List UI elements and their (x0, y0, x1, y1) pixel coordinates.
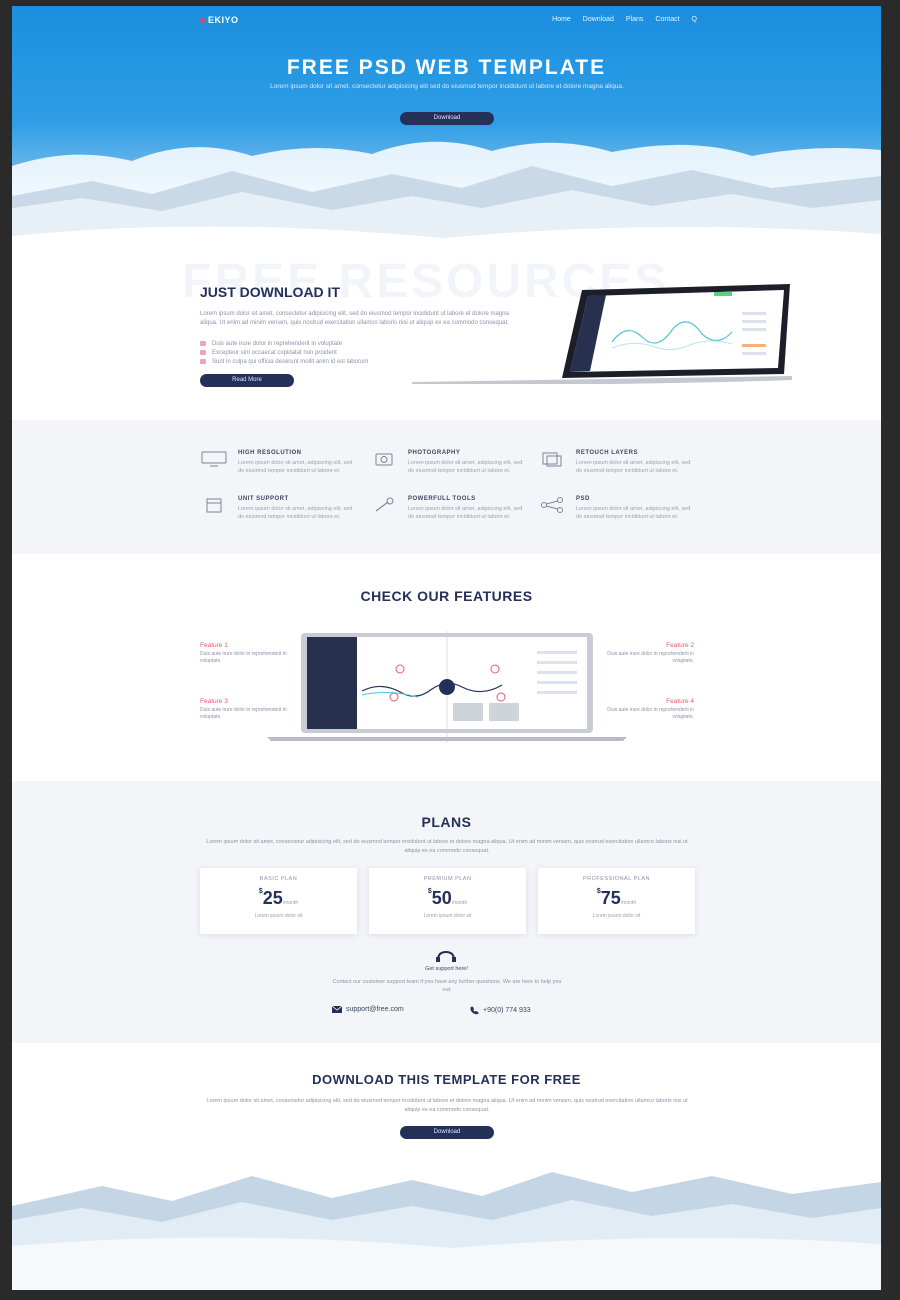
list-item: Duis aute irure dolor in reprehenderit i… (200, 339, 368, 348)
feature-item-high-resolution: HIGH RESOLUTION Lorem ipsum dolor sit am… (200, 450, 360, 490)
read-more-button[interactable]: Read More (200, 374, 294, 387)
feature-title: PSD (576, 496, 590, 502)
final-download-button[interactable]: Download (400, 1126, 494, 1139)
support-phone[interactable]: +90(0) 774 933 (470, 1006, 531, 1015)
list-item: Sunt in culpa qui officia deserunt molli… (200, 357, 368, 366)
plan-name: PROFESSIONAL PLAN (583, 876, 650, 882)
landing-page: EKIYO Home Download Plans Contact Q FREE… (12, 6, 881, 1290)
nav-links: Home Download Plans Contact Q (552, 16, 697, 23)
email-text: support@free.com (346, 1006, 404, 1013)
plan-feature: Lorem ipsum dolor sit (592, 913, 641, 919)
nav-link-download[interactable]: Download (583, 16, 614, 23)
feature-title: HIGH RESOLUTION (238, 450, 302, 456)
bullet-icon (200, 350, 206, 355)
list-item-text: Duis aute irure dolor in reprehenderit i… (212, 340, 343, 347)
nav-link-home[interactable]: Home (552, 16, 571, 23)
hero-subtitle: Lorem ipsum dolor sit amet, consectetur … (270, 83, 624, 90)
price-period: /month (451, 900, 468, 906)
plan-name: PREMIUM PLAN (423, 876, 472, 882)
plans-text: Lorem ipsum dolor sit amet, consectetur … (206, 839, 688, 854)
top-nav: EKIYO Home Download Plans Contact Q (12, 12, 881, 32)
hero-section: EKIYO Home Download Plans Contact Q FREE… (12, 6, 881, 296)
price-value: 25 (262, 888, 283, 908)
list-item: Excepteur sint occaecat cupidatat non pr… (200, 348, 368, 357)
plan-price: $75/month (538, 888, 695, 909)
download-list: Duis aute irure dolor in reprehenderit i… (200, 339, 368, 366)
download-title: JUST DOWNLOAD IT (200, 284, 340, 300)
price-period: /month (282, 900, 299, 906)
feature-title: UNIT SUPPORT (238, 496, 289, 502)
plan-card-basic[interactable]: BASIC PLAN $25/month Lorem ipsum dolor s… (200, 868, 357, 934)
wrench-icon (375, 497, 394, 512)
plan-card-premium[interactable]: PREMIUM PLAN $50/month Lorem ipsum dolor… (369, 868, 526, 934)
feature-item-photography: PHOTOGRAPHY Lorem ipsum dolor sit amet, … (370, 450, 530, 490)
feature-title: POWERFULL TOOLS (408, 496, 476, 502)
support-headset-icon (436, 950, 456, 962)
share-icon (541, 497, 563, 513)
check-features-title: CHECK OUR FEATURES (360, 588, 533, 604)
support-text: Contact our customer support team if you… (332, 979, 562, 993)
search-icon[interactable]: Q (692, 16, 697, 23)
feature-title: RETOUCH LAYERS (576, 450, 639, 456)
plan-card-professional[interactable]: PROFESSIONAL PLAN $75/month Lorem ipsum … (538, 868, 695, 934)
feature-desc: Lorem ipsum dolor sit amet, adipiscing e… (408, 460, 523, 474)
final-text: Lorem ipsum dolor sit amet, consectetur … (206, 1098, 688, 1113)
footer-mountains-illustration (12, 1172, 881, 1290)
plan-price: $25/month (200, 888, 357, 909)
plan-feature: Lorem ipsum dolor sit (254, 913, 303, 919)
plan-name: BASIC PLAN (259, 876, 298, 882)
plans-title: PLANS (421, 814, 472, 830)
laptop-features-image (267, 631, 627, 743)
brand-logo[interactable]: EKIYO (200, 15, 239, 25)
feature-item-retouch-layers: RETOUCH LAYERS Lorem ipsum dolor sit ame… (538, 450, 698, 490)
nav-link-contact[interactable]: Contact (655, 16, 679, 23)
monitor-icon (201, 451, 227, 467)
feature-desc: Lorem ipsum dolor sit amet, adipiscing e… (408, 506, 523, 520)
window-icon (206, 498, 222, 513)
feature-item-powerfull-tools: POWERFULL TOOLS Lorem ipsum dolor sit am… (370, 496, 530, 536)
support-email[interactable]: support@free.com (332, 1006, 404, 1013)
logo-text: EKIYO (208, 15, 239, 25)
final-title: DOWNLOAD THIS TEMPLATE FOR FREE (312, 1072, 581, 1087)
price-period: /month (620, 900, 637, 906)
phone-text: +90(0) 774 933 (483, 1007, 531, 1014)
nav-link-plans[interactable]: Plans (626, 16, 644, 23)
feature-desc: Lorem ipsum dolor sit amet, adipiscing e… (576, 460, 691, 474)
price-value: 75 (600, 888, 621, 908)
feature-desc: Lorem ipsum dolor sit amet, adipiscing e… (576, 506, 691, 520)
bullet-icon (200, 341, 206, 346)
feature-item-psd: PSD Lorem ipsum dolor sit amet, adipisci… (538, 496, 698, 536)
phone-icon (470, 1006, 479, 1015)
logo-dot-icon (200, 18, 205, 24)
camera-icon (375, 453, 393, 466)
plan-feature: Lorem ipsum dolor sit (423, 913, 472, 919)
support-title: Get support here! (425, 966, 468, 972)
laptop-dashboard-image (412, 284, 792, 384)
feature-item-unit-support: UNIT SUPPORT Lorem ipsum dolor sit amet,… (200, 496, 360, 536)
feature-desc: Lorem ipsum dolor sit amet, adipiscing e… (238, 460, 353, 474)
list-item-text: Sunt in culpa qui officia deserunt molli… (212, 358, 369, 365)
feature-desc: Lorem ipsum dolor sit amet, adipiscing e… (238, 506, 353, 520)
mail-icon (332, 1006, 342, 1013)
hero-download-button[interactable]: Download (400, 112, 494, 125)
plan-price: $50/month (369, 888, 526, 909)
layers-icon (542, 452, 562, 467)
hero-title: FREE PSD WEB TEMPLATE (286, 56, 607, 79)
bullet-icon (200, 359, 206, 364)
feature-title: PHOTOGRAPHY (408, 450, 461, 456)
list-item-text: Excepteur sint occaecat cupidatat non pr… (212, 349, 337, 356)
price-value: 50 (431, 888, 452, 908)
